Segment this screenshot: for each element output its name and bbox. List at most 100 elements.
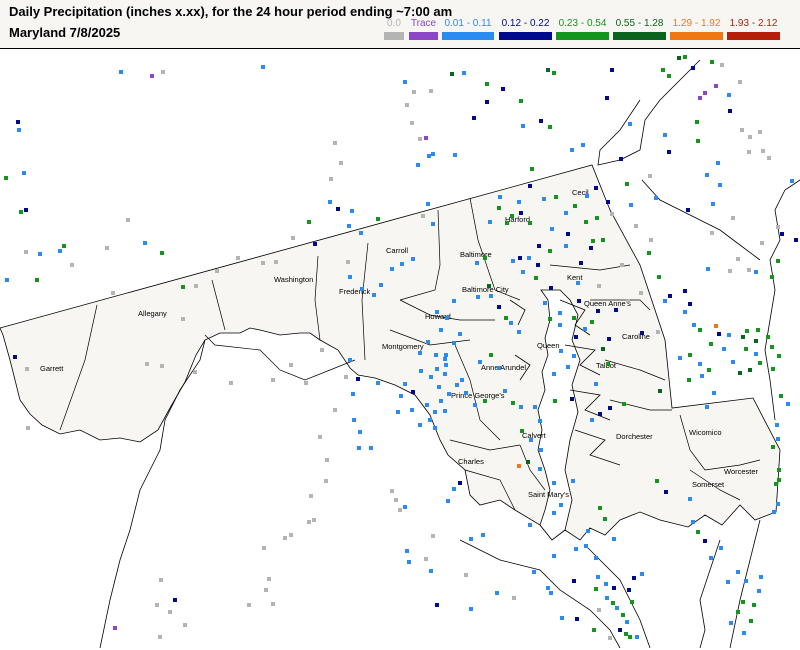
station-marker [462, 71, 466, 75]
map-subtitle: Maryland 7/8/2025 [9, 25, 121, 40]
station-marker [58, 249, 62, 253]
station-marker [498, 195, 502, 199]
station-marker [635, 635, 639, 639]
station-marker [771, 445, 775, 449]
station-marker [628, 122, 632, 126]
station-marker [604, 582, 608, 586]
station-marker [13, 355, 17, 359]
station-marker [736, 610, 740, 614]
station-marker [271, 602, 275, 606]
station-marker [740, 128, 744, 132]
station-marker [564, 211, 568, 215]
station-marker [439, 399, 443, 403]
station-marker [566, 365, 570, 369]
station-marker [649, 238, 653, 242]
station-marker [427, 154, 431, 158]
station-marker [640, 331, 644, 335]
station-marker [584, 220, 588, 224]
station-marker [424, 557, 428, 561]
station-marker [572, 354, 576, 358]
station-marker [772, 510, 776, 514]
station-marker [749, 619, 753, 623]
station-marker [589, 246, 593, 250]
station-marker [748, 368, 752, 372]
station-marker [538, 467, 542, 471]
station-marker [590, 320, 594, 324]
station-marker [705, 173, 709, 177]
legend-swatch [442, 32, 494, 40]
station-marker [530, 167, 534, 171]
station-marker [698, 328, 702, 332]
station-marker [19, 210, 23, 214]
station-marker [143, 241, 147, 245]
station-marker [711, 202, 715, 206]
station-marker [570, 148, 574, 152]
legend-swatch [613, 32, 666, 40]
station-marker [658, 389, 662, 393]
station-marker [421, 214, 425, 218]
station-marker [458, 481, 462, 485]
station-marker [538, 419, 542, 423]
station-marker [521, 270, 525, 274]
station-marker [655, 479, 659, 483]
station-marker [624, 632, 628, 636]
station-marker [429, 569, 433, 573]
station-marker [539, 448, 543, 452]
station-marker [663, 299, 667, 303]
station-marker [452, 487, 456, 491]
station-marker [754, 352, 758, 356]
station-marker [435, 310, 439, 314]
station-marker [396, 410, 400, 414]
station-marker [700, 374, 704, 378]
station-marker [710, 231, 714, 235]
station-marker [357, 446, 361, 450]
station-marker [594, 587, 598, 591]
station-marker [469, 537, 473, 541]
station-marker [464, 573, 468, 577]
station-marker [394, 498, 398, 502]
station-marker [35, 278, 39, 282]
station-marker [654, 196, 658, 200]
station-marker [390, 489, 394, 493]
station-marker [517, 464, 521, 468]
station-marker [328, 200, 332, 204]
station-marker [596, 309, 600, 313]
station-marker [405, 549, 409, 553]
station-marker [145, 362, 149, 366]
station-marker [706, 267, 710, 271]
station-marker [283, 536, 287, 540]
station-marker [572, 316, 576, 320]
station-marker [744, 579, 748, 583]
county-label-baltimore-city: Baltimore City [462, 285, 509, 294]
station-marker [714, 324, 718, 328]
station-marker [348, 275, 352, 279]
station-marker [756, 328, 760, 332]
station-marker [403, 505, 407, 509]
station-marker [352, 418, 356, 422]
station-marker [539, 119, 543, 123]
county-label-anne-arundel: Anne Arundel [481, 363, 526, 372]
station-marker [390, 267, 394, 271]
station-marker [709, 342, 713, 346]
station-marker [590, 418, 594, 422]
station-marker [596, 575, 600, 579]
legend-item-055-128: 0.55 - 1.28 [613, 18, 666, 42]
station-marker [320, 348, 324, 352]
station-marker [433, 426, 437, 430]
station-marker [611, 601, 615, 605]
county-label-somerset: Somerset [692, 480, 725, 489]
station-marker [487, 284, 491, 288]
station-marker [168, 610, 172, 614]
station-marker [271, 378, 275, 382]
county-label-charles: Charles [458, 457, 484, 466]
station-marker [418, 137, 422, 141]
station-marker [696, 139, 700, 143]
station-marker [348, 358, 352, 362]
station-marker [657, 275, 661, 279]
station-marker [274, 260, 278, 264]
station-marker [329, 177, 333, 181]
station-marker [247, 603, 251, 607]
station-marker [695, 120, 699, 124]
station-marker [70, 263, 74, 267]
legend-item-zero: 0.0 [384, 18, 404, 42]
